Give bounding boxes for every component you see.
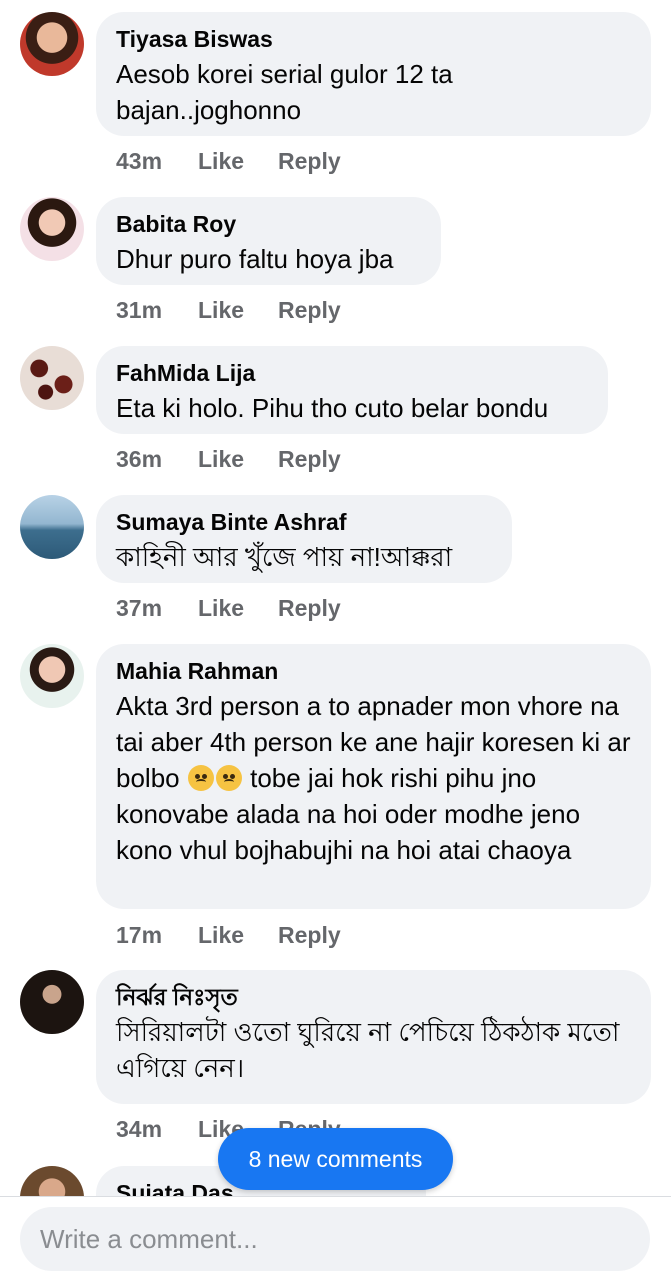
avatar[interactable] [20, 197, 84, 261]
angry-face-emoji-icon [187, 765, 214, 791]
avatar[interactable] [20, 346, 84, 410]
avatar[interactable] [20, 970, 84, 1034]
comment-text: Dhur puro faltu hoya jba [116, 244, 394, 274]
comment-actions: 36m Like Reply [116, 446, 341, 473]
like-button[interactable]: Like [198, 446, 278, 473]
like-button[interactable]: Like [198, 922, 278, 949]
avatar[interactable] [20, 644, 84, 708]
like-button[interactable]: Like [198, 297, 278, 324]
comment-bubble[interactable]: Tiyasa Biswas Aesob korei serial gulor 1… [96, 12, 651, 136]
new-comments-button[interactable]: 8 new comments [218, 1128, 453, 1190]
comment-bubble[interactable]: Babita Roy Dhur puro faltu hoya jba [96, 197, 441, 285]
comment-text: Eta ki holo. Pihu tho cuto belar bondu [116, 393, 549, 423]
comment-bubble[interactable]: Sumaya Binte Ashraf কাহিনী আর খুঁজে পায়… [96, 495, 512, 583]
comment-author[interactable]: নির্ঝর নিঃসৃত [116, 982, 631, 1012]
comment-text: Akta 3rd person a to apnader mon vhore n… [116, 688, 631, 868]
comment-author[interactable]: Babita Roy [116, 209, 421, 239]
comment-timestamp[interactable]: 37m [116, 595, 198, 622]
comment-composer [0, 1196, 671, 1281]
comment-text: সিরিয়ালটা ওতো ঘুরিয়ে না পেচিয়ে ঠিকঠাক… [116, 1017, 620, 1083]
comment-timestamp[interactable]: 36m [116, 446, 198, 473]
comment-bubble[interactable]: FahMida Lija Eta ki holo. Pihu tho cuto … [96, 346, 608, 434]
comment-author[interactable]: Sumaya Binte Ashraf [116, 507, 492, 537]
comment-actions: 43m Like Reply [116, 148, 341, 175]
comment-actions: 31m Like Reply [116, 297, 341, 324]
avatar[interactable] [20, 1166, 84, 1196]
comment-timestamp[interactable]: 31m [116, 297, 198, 324]
like-button[interactable]: Like [198, 148, 278, 175]
comment-text-part: tobe jai hok rishi pihu jno konovabe ala… [116, 763, 581, 865]
comment-timestamp[interactable]: 17m [116, 922, 198, 949]
avatar[interactable] [20, 495, 84, 559]
comment-actions: 17m Like Reply [116, 922, 341, 949]
reply-button[interactable]: Reply [278, 297, 341, 324]
reply-button[interactable]: Reply [278, 922, 341, 949]
reply-button[interactable]: Reply [278, 595, 341, 622]
comment-timestamp[interactable]: 43m [116, 148, 198, 175]
angry-face-emoji-icon [215, 765, 242, 791]
comment-author[interactable]: Tiyasa Biswas [116, 24, 631, 54]
reply-button[interactable]: Reply [278, 148, 341, 175]
write-comment-input[interactable] [20, 1207, 650, 1271]
comment-text: Aesob korei serial gulor 12 ta bajan..jo… [116, 59, 453, 125]
comment-text: কাহিনী আর খুঁজে পায় না!আক্করা [116, 542, 453, 572]
comment-author[interactable]: Mahia Rahman [116, 656, 631, 686]
reply-button[interactable]: Reply [278, 446, 341, 473]
avatar[interactable] [20, 12, 84, 76]
comments-feed[interactable]: Tiyasa Biswas Aesob korei serial gulor 1… [0, 0, 671, 1196]
like-button[interactable]: Like [198, 595, 278, 622]
comment-actions: 37m Like Reply [116, 595, 341, 622]
comment-bubble[interactable]: নির্ঝর নিঃসৃত সিরিয়ালটা ওতো ঘুরিয়ে না … [96, 970, 651, 1104]
comment-timestamp[interactable]: 34m [116, 1116, 198, 1143]
comment-bubble[interactable]: Mahia Rahman Akta 3rd person a to apnade… [96, 644, 651, 909]
comment-author[interactable]: FahMida Lija [116, 358, 588, 388]
